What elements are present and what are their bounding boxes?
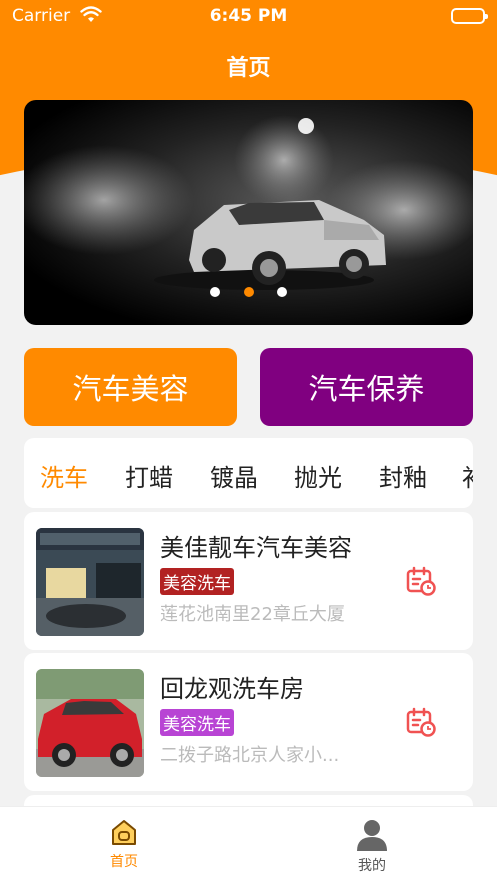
calendar-clock-icon[interactable] <box>406 707 436 737</box>
shop-name: 美佳靓车汽车美容 <box>160 534 352 562</box>
shop-card[interactable]: 美佳靓车汽车美容 美容洗车 莲花池南里22章丘大厦 <box>24 512 473 650</box>
tab-home[interactable]: 首页 <box>74 817 174 871</box>
shop-photo <box>36 528 144 636</box>
tab-polish[interactable]: 抛光 <box>294 458 342 493</box>
carousel-dots <box>24 282 473 301</box>
tab-home-label: 首页 <box>110 854 138 870</box>
page-title: 首页 <box>226 56 271 81</box>
tab-glaze[interactable]: 封釉 <box>379 458 427 493</box>
home-icon <box>112 820 136 845</box>
shop-address: 二拨子路北京人家小... <box>160 745 340 766</box>
clock: 6:45 PM <box>209 6 288 26</box>
category-tabs: 洗车 打蜡 镀晶 抛光 封釉 补 <box>24 438 473 508</box>
tab-coating[interactable]: 镀晶 <box>210 458 258 493</box>
shop-address: 莲花池南里22章丘大厦 <box>160 604 345 625</box>
tab-more[interactable]: 补 <box>462 458 473 493</box>
tab-mine-label: 我的 <box>358 858 386 874</box>
shop-card[interactable]: 回龙观洗车房 美容洗车 二拨子路北京人家小... <box>24 653 473 791</box>
carousel-dot[interactable] <box>276 287 287 297</box>
shop-tag: 美容洗车 <box>160 568 234 595</box>
calendar-clock-icon[interactable] <box>406 566 436 596</box>
battery-icon <box>451 8 488 24</box>
tab-wash[interactable]: 洗车 <box>40 458 88 493</box>
shop-photo <box>36 669 144 777</box>
tab-mine[interactable]: 我的 <box>322 817 422 875</box>
tab-wax[interactable]: 打蜡 <box>125 458 173 493</box>
shop-tag: 美容洗车 <box>160 709 234 736</box>
user-icon <box>357 820 387 851</box>
status-bar: Carrier 6:45 PM <box>0 0 497 34</box>
shop-name: 回龙观洗车房 <box>160 675 304 703</box>
carousel-dot[interactable] <box>210 287 221 297</box>
banner-carousel[interactable] <box>24 100 473 325</box>
carousel-dot-active[interactable] <box>243 287 254 297</box>
car-beauty-button[interactable]: 汽车美容 <box>24 348 237 426</box>
car-maintenance-button[interactable]: 汽车保养 <box>260 348 473 426</box>
bottom-tab-bar: 首页 我的 <box>0 806 497 883</box>
